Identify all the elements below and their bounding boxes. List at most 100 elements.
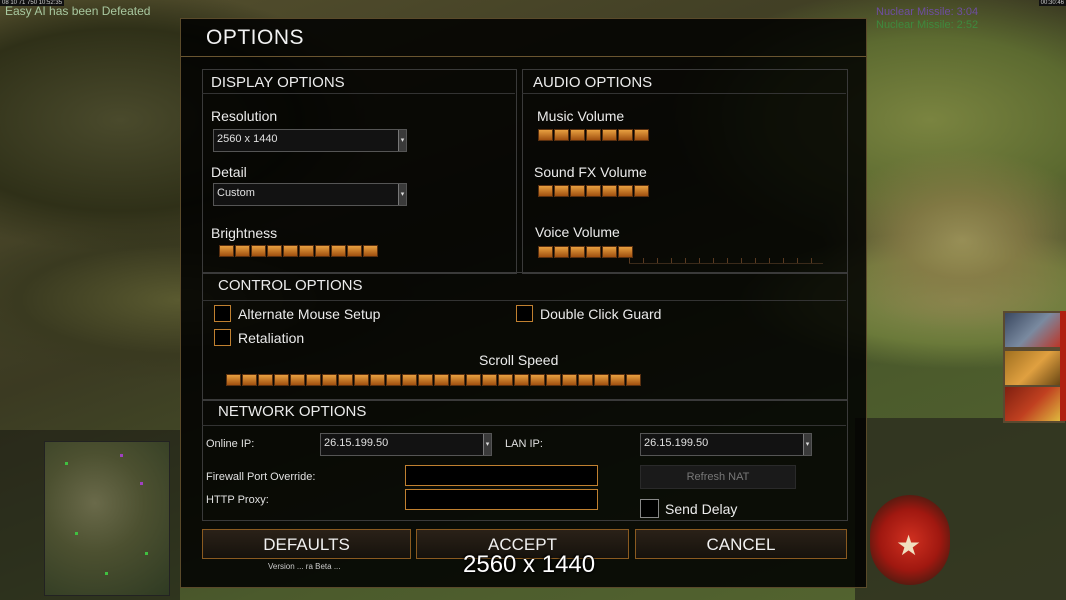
slider-tick — [671, 258, 672, 263]
audio-options-heading: AUDIO OPTIONS — [533, 74, 653, 91]
slider-segment — [618, 185, 633, 197]
slider-segment — [242, 374, 257, 386]
scroll-speed-slider[interactable] — [226, 374, 641, 386]
slider-segment — [226, 374, 241, 386]
slider-tick — [741, 258, 742, 263]
http-proxy-input[interactable] — [405, 489, 598, 510]
firewall-port-input[interactable] — [405, 465, 598, 486]
build-option-2[interactable] — [1003, 349, 1065, 387]
unit-dot — [75, 532, 78, 535]
slider-segment — [602, 185, 617, 197]
slider-segment — [538, 129, 553, 141]
slider-segment — [554, 246, 569, 258]
resolution-dropdown[interactable]: 2560 x 1440 ▾ — [213, 129, 407, 152]
slider-segment — [363, 245, 378, 257]
defaults-button[interactable]: DEFAULTS — [202, 529, 411, 559]
top-right-clock: 00:30:46 — [1038, 0, 1066, 6]
slider-tick — [685, 258, 686, 263]
voice-slider-track[interactable] — [629, 251, 823, 264]
detail-value: Custom — [217, 187, 255, 199]
slider-tick — [797, 258, 798, 263]
slider-segment — [331, 245, 346, 257]
minimap[interactable] — [44, 441, 170, 596]
dropdown-arrow-icon[interactable]: ▾ — [398, 130, 406, 151]
detail-dropdown[interactable]: Custom ▾ — [213, 183, 407, 206]
slider-tick — [727, 258, 728, 263]
lan-ip-label: LAN IP: — [505, 438, 543, 450]
slider-segment — [283, 245, 298, 257]
slider-segment — [618, 129, 633, 141]
power-bar — [1060, 311, 1066, 421]
missile-timer-2: Nuclear Missile: 2:52 — [876, 19, 979, 31]
double-click-guard-checkbox[interactable] — [516, 305, 533, 322]
slider-segment — [610, 374, 625, 386]
unit-dot — [145, 552, 148, 555]
slider-segment — [466, 374, 481, 386]
divider — [522, 93, 846, 94]
music-volume-label: Music Volume — [537, 108, 625, 124]
lan-ip-dropdown[interactable]: 26.15.199.50 ▾ — [640, 433, 812, 456]
missile-timer-1: Nuclear Missile: 3:04 — [876, 6, 979, 18]
dialog-title: OPTIONS — [206, 26, 305, 49]
alternate-mouse-checkbox[interactable] — [214, 305, 231, 322]
defeat-message: Easy AI has been Defeated — [5, 4, 151, 18]
slider-segment — [402, 374, 417, 386]
slider-segment — [235, 245, 250, 257]
music-volume-slider[interactable] — [538, 129, 649, 141]
slider-segment — [251, 245, 266, 257]
slider-tick — [713, 258, 714, 263]
version-text: Version ... ra Beta ... — [268, 562, 341, 571]
display-options-heading: DISPLAY OPTIONS — [211, 74, 345, 91]
slider-tick — [783, 258, 784, 263]
brightness-slider[interactable] — [219, 245, 378, 257]
slider-segment — [570, 129, 585, 141]
slider-segment — [538, 185, 553, 197]
slider-segment — [634, 185, 649, 197]
slider-segment — [538, 246, 553, 258]
slider-segment — [322, 374, 337, 386]
online-ip-value: 26.15.199.50 — [324, 437, 389, 449]
sfx-volume-slider[interactable] — [538, 185, 649, 197]
unit-dot — [120, 454, 123, 457]
resolution-label: Resolution — [211, 108, 278, 124]
build-option-3[interactable] — [1003, 385, 1065, 423]
slider-segment — [514, 374, 529, 386]
refresh-nat-button[interactable]: Refresh NAT — [640, 465, 796, 489]
slider-tick — [629, 258, 630, 263]
online-ip-dropdown[interactable]: 26.15.199.50 ▾ — [320, 433, 492, 456]
unit-dot — [65, 462, 68, 465]
divider — [202, 300, 846, 301]
dropdown-arrow-icon[interactable]: ▾ — [398, 184, 406, 205]
control-options-heading: CONTROL OPTIONS — [218, 277, 363, 294]
slider-segment — [634, 129, 649, 141]
retaliation-label: Retaliation — [238, 330, 305, 346]
unit-dot — [105, 572, 108, 575]
dropdown-arrow-icon[interactable]: ▾ — [803, 434, 811, 455]
slider-segment — [370, 374, 385, 386]
slider-segment — [570, 246, 585, 258]
slider-segment — [586, 129, 601, 141]
slider-segment — [299, 245, 314, 257]
voice-volume-slider[interactable] — [538, 246, 633, 258]
build-option-1[interactable] — [1003, 311, 1065, 349]
slider-segment — [554, 185, 569, 197]
dropdown-arrow-icon[interactable]: ▾ — [483, 434, 491, 455]
slider-segment — [498, 374, 513, 386]
slider-tick — [657, 258, 658, 263]
slider-segment — [274, 374, 289, 386]
slider-segment — [586, 185, 601, 197]
slider-segment — [626, 374, 641, 386]
voice-volume-label: Voice Volume — [535, 224, 620, 240]
options-dialog: OPTIONS DISPLAY OPTIONS Resolution 2560 … — [180, 18, 867, 588]
slider-segment — [315, 245, 330, 257]
slider-segment — [338, 374, 353, 386]
online-ip-label: Online IP: — [206, 438, 255, 450]
alternate-mouse-label: Alternate Mouse Setup — [238, 306, 381, 322]
slider-segment — [562, 374, 577, 386]
cancel-button[interactable]: CANCEL — [635, 529, 847, 559]
slider-segment — [290, 374, 305, 386]
retaliation-checkbox[interactable] — [214, 329, 231, 346]
slider-segment — [530, 374, 545, 386]
slider-segment — [482, 374, 497, 386]
send-delay-checkbox[interactable] — [640, 499, 659, 518]
